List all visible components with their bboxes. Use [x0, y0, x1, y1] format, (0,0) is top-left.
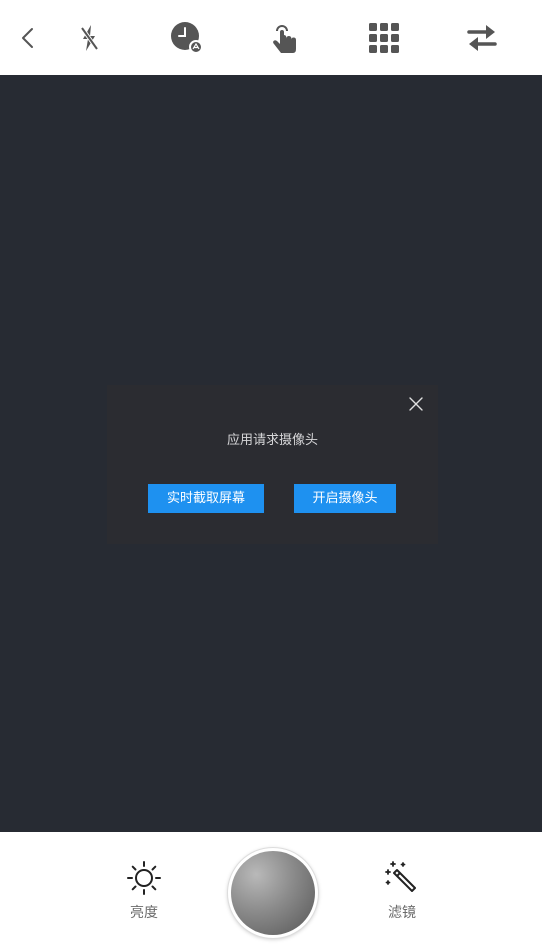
timer-icon [171, 22, 203, 54]
top-toolbar [0, 0, 542, 75]
dialog-close-button[interactable] [406, 394, 426, 414]
camera-request-dialog: 应用请求摄像头 实时截取屏幕 开启摄像头 [107, 385, 438, 544]
grid-icon [369, 23, 399, 53]
filter-label: 滤镜 [388, 905, 416, 921]
touch-shoot-button[interactable] [265, 18, 305, 58]
flash-off-icon [80, 25, 99, 51]
open-camera-button[interactable]: 开启摄像头 [294, 484, 396, 513]
shutter-button[interactable] [228, 848, 318, 938]
switch-camera-button[interactable] [462, 18, 502, 58]
brightness-label: 亮度 [130, 905, 158, 921]
touch-icon [273, 25, 296, 53]
brightness-icon [127, 861, 161, 895]
grid-button[interactable] [364, 18, 404, 58]
bottom-bar: 亮度 滤镜 [0, 832, 542, 948]
filter-button[interactable]: 滤镜 [372, 860, 432, 922]
close-icon [409, 397, 423, 411]
screen-capture-button[interactable]: 实时截取屏幕 [148, 484, 264, 513]
brightness-button[interactable]: 亮度 [114, 860, 174, 922]
timer-button[interactable] [167, 18, 207, 58]
back-button[interactable] [8, 18, 48, 58]
flash-toggle-button[interactable] [69, 18, 109, 58]
magic-wand-icon [385, 861, 416, 892]
switch-camera-icon [467, 25, 497, 51]
back-icon [22, 28, 33, 48]
dialog-message: 应用请求摄像头 [226, 433, 318, 448]
shutter-inner [231, 851, 315, 935]
